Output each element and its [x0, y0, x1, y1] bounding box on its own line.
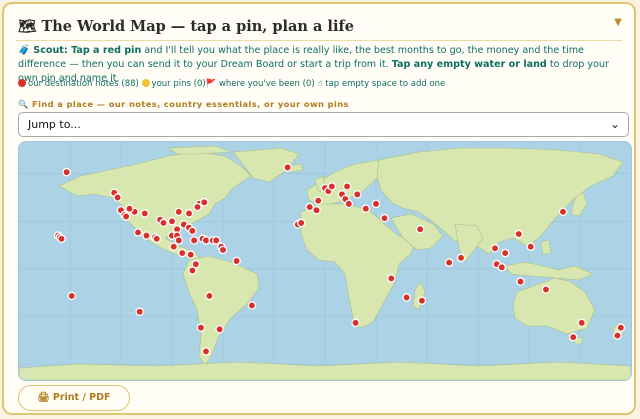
destination-pin[interactable]: [200, 198, 209, 207]
philippines[interactable]: [540, 239, 552, 255]
destination-pin[interactable]: [613, 331, 622, 340]
destination-pin[interactable]: [497, 263, 507, 272]
destination-pin[interactable]: [201, 347, 211, 356]
destination-pin[interactable]: [514, 229, 524, 239]
destination-pin[interactable]: [380, 213, 389, 223]
destination-pin[interactable]: [218, 245, 228, 255]
destination-pin[interactable]: [189, 236, 199, 245]
destination-pin[interactable]: [211, 236, 221, 245]
printer-icon: 🖨: [37, 392, 50, 403]
destination-pin[interactable]: [417, 296, 427, 305]
destination-pin[interactable]: [342, 182, 352, 191]
red-pin-icon: [18, 79, 26, 87]
destination-pin[interactable]: [353, 190, 362, 199]
destination-pin[interactable]: [387, 274, 396, 283]
destination-pin[interactable]: [296, 218, 306, 228]
destination-pin[interactable]: [169, 242, 178, 251]
destination-pin[interactable]: [313, 196, 323, 205]
destination-pin[interactable]: [205, 291, 214, 301]
destination-pin[interactable]: [247, 301, 257, 310]
destination-pin[interactable]: [167, 217, 177, 226]
legend-been: 🚩 where you've been (0): [205, 79, 315, 89]
destination-pin[interactable]: [196, 323, 206, 332]
map-legend: our destination notes (88) your pins (0)…: [18, 79, 445, 89]
select-value: Jump to...: [28, 118, 81, 131]
destination-pin[interactable]: [201, 236, 211, 245]
destination-pin[interactable]: [402, 293, 411, 302]
destination-pin[interactable]: [135, 307, 144, 317]
header-divider: [16, 40, 622, 41]
destination-pin[interactable]: [490, 244, 500, 253]
destination-pin[interactable]: [415, 225, 425, 234]
triangle-down-icon[interactable]: ▼: [614, 17, 622, 28]
destination-pin[interactable]: [184, 209, 194, 218]
destination-pin[interactable]: [577, 318, 586, 328]
destination-pin[interactable]: [174, 236, 184, 245]
destination-pin[interactable]: [57, 234, 66, 244]
destination-pin[interactable]: [152, 234, 161, 244]
destination-pin[interactable]: [232, 256, 241, 266]
destination-pin[interactable]: [344, 199, 354, 209]
print-pdf-button[interactable]: 🖨 Print / PDF: [18, 385, 130, 411]
intro-lead: 🧳 Scout: Tap a red pin: [18, 45, 142, 56]
destination-pin[interactable]: [174, 207, 184, 217]
destination-pin[interactable]: [113, 193, 122, 202]
chevron-down-icon: ⌄: [609, 117, 620, 131]
destination-pin[interactable]: [177, 248, 187, 258]
world-map[interactable]: [18, 141, 632, 381]
destination-pin[interactable]: [142, 231, 151, 240]
destination-pin[interactable]: [188, 226, 197, 236]
find-label: 🔍 Find a place — our notes, country esse…: [18, 99, 349, 109]
destination-pin[interactable]: [616, 323, 626, 332]
destination-pin[interactable]: [215, 324, 224, 334]
destination-pin[interactable]: [188, 266, 197, 275]
destination-pin[interactable]: [193, 202, 202, 212]
destination-pin[interactable]: [312, 205, 321, 215]
world-map-svg[interactable]: [19, 142, 631, 380]
panel-title: 🗺 The World Map — tap a pin, plan a life: [18, 18, 354, 35]
intro-bold2: Tap any empty water or land: [391, 59, 547, 70]
destination-pin[interactable]: [133, 228, 143, 237]
destination-pin[interactable]: [500, 248, 510, 258]
destination-pin[interactable]: [456, 253, 466, 263]
destination-pin[interactable]: [558, 207, 568, 217]
destination-pin[interactable]: [140, 209, 150, 218]
destination-pin[interactable]: [371, 199, 381, 209]
jump-to-select[interactable]: Jump to... ⌄: [18, 112, 629, 137]
destination-pin[interactable]: [283, 163, 292, 172]
destination-pin[interactable]: [125, 204, 134, 213]
destination-pin[interactable]: [67, 291, 76, 301]
legend-hint: ☝ tap empty space to add one: [317, 79, 446, 89]
destination-pin[interactable]: [186, 250, 195, 259]
yellow-pin-icon: [141, 79, 150, 87]
destination-pin[interactable]: [121, 212, 131, 221]
destination-pin[interactable]: [541, 285, 551, 294]
destination-pin[interactable]: [568, 332, 578, 342]
destination-pin[interactable]: [361, 204, 371, 213]
destination-pin[interactable]: [516, 277, 525, 286]
legend-pins: your pins (0): [151, 79, 206, 89]
destination-pin[interactable]: [526, 242, 535, 251]
destination-pin[interactable]: [62, 167, 71, 177]
destination-pin[interactable]: [444, 258, 454, 267]
destination-pin[interactable]: [351, 318, 360, 328]
legend-notes: our destination notes (88): [28, 79, 139, 89]
destination-pin[interactable]: [159, 218, 168, 228]
world-map-panel: 🗺 The World Map — tap a pin, plan a life…: [2, 2, 636, 415]
destination-pin[interactable]: [305, 202, 314, 212]
destination-pin[interactable]: [327, 182, 337, 191]
panel-header[interactable]: 🗺 The World Map — tap a pin, plan a life…: [18, 16, 624, 36]
